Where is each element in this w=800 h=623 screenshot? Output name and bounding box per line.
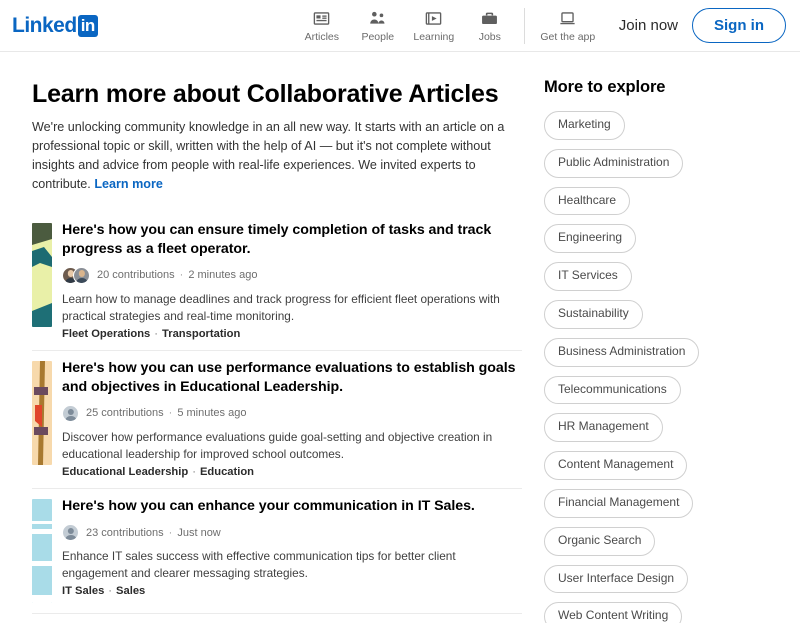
meta-separator: · xyxy=(179,269,184,282)
header-nav: Articles People Learning Jobs Get the ap… xyxy=(294,0,605,51)
topic-pill-user-interface-design[interactable]: User Interface Design xyxy=(544,564,689,594)
sign-in-button[interactable]: Sign in xyxy=(692,8,786,43)
article-tag-primary[interactable]: IT Sales xyxy=(62,585,104,597)
nav-item-people[interactable]: People xyxy=(350,4,406,48)
topic-pill-content-management[interactable]: Content Management xyxy=(544,451,688,480)
logo-wordmark: Linked xyxy=(12,14,77,37)
logo-in-badge: in xyxy=(77,14,98,37)
article-card[interactable]: What are the top financial planning soft… xyxy=(32,614,522,623)
article-list: Here's how you can ensure timely complet… xyxy=(32,213,522,623)
nav-item-learning[interactable]: Learning xyxy=(406,4,462,48)
learn-more-link[interactable]: Learn more xyxy=(94,177,163,191)
article-thumbnail xyxy=(32,360,52,465)
nav-label-get-the-app: Get the app xyxy=(540,31,596,43)
nav-label-people: People xyxy=(361,31,395,43)
article-description: Discover how performance evaluations gui… xyxy=(62,429,493,461)
tag-separator: · xyxy=(154,327,159,340)
meta-separator: · xyxy=(168,526,173,539)
article-tags: Educational Leadership · Education xyxy=(62,466,522,478)
topic-pill-financial-management[interactable]: Financial Management xyxy=(544,488,694,518)
page-title: Learn more about Collaborative Articles xyxy=(32,80,499,108)
contributor-avatars xyxy=(62,524,79,542)
article-tag-secondary[interactable]: Sales xyxy=(116,585,145,597)
article-title[interactable]: Here's how you can use performance evalu… xyxy=(62,359,522,397)
topic-pill-telecommunications[interactable]: Telecommunications xyxy=(544,375,681,405)
topic-pill-organic-search[interactable]: Organic Search xyxy=(544,526,656,556)
article-title[interactable]: Here's how you can ensure timely complet… xyxy=(62,221,522,259)
nav-item-articles[interactable]: Articles xyxy=(294,4,350,48)
get-the-app-icon xyxy=(558,8,577,29)
nav-label-articles: Articles xyxy=(304,31,340,43)
topic-pill-business-administration[interactable]: Business Administration xyxy=(544,337,700,367)
tag-separator: · xyxy=(108,585,113,598)
article-timestamp: 5 minutes ago xyxy=(177,407,247,420)
main-column: Learn more about Collaborative Articles … xyxy=(32,52,522,623)
article-content: Here's how you can use performance evalu… xyxy=(62,359,522,478)
article-tag-secondary[interactable]: Education xyxy=(200,466,254,478)
global-header: Linked in Articles People Learning Jobs … xyxy=(0,0,800,52)
article-tags: Fleet Operations · Transportation xyxy=(62,328,522,340)
article-content: Here's how you can ensure timely complet… xyxy=(62,221,522,340)
articles-icon xyxy=(312,8,331,29)
nav-item-jobs[interactable]: Jobs xyxy=(462,4,518,48)
nav-item-get-the-app[interactable]: Get the app xyxy=(531,4,605,48)
article-thumbnail xyxy=(32,499,52,604)
avatar xyxy=(62,404,79,422)
avatar xyxy=(73,266,90,284)
topic-pill-sustainability[interactable]: Sustainability xyxy=(544,299,643,329)
contributor-avatars xyxy=(62,404,79,422)
header-nav-divider xyxy=(523,7,525,44)
article-timestamp: 2 minutes ago xyxy=(188,269,258,282)
jobs-icon xyxy=(480,8,499,29)
learning-icon xyxy=(424,8,443,29)
contribution-count: 23 contributions xyxy=(86,526,164,539)
article-thumbnail xyxy=(32,222,52,327)
article-tag-primary[interactable]: Fleet Operations xyxy=(62,328,150,340)
topic-pill-list: Marketing Public Administration Healthca… xyxy=(544,111,782,623)
topic-pill-hr-management[interactable]: HR Management xyxy=(544,413,663,443)
article-card[interactable]: Here's how you can enhance your communic… xyxy=(32,489,522,615)
avatar xyxy=(62,524,79,542)
article-tags: IT Sales · Sales xyxy=(62,585,522,597)
topic-pill-it-services[interactable]: IT Services xyxy=(544,262,632,291)
topic-pill-web-content-writing[interactable]: Web Content Writing xyxy=(544,602,683,623)
article-description: Enhance IT sales success with effective … xyxy=(62,549,456,581)
nav-label-jobs: Jobs xyxy=(478,31,501,43)
tag-separator: · xyxy=(192,466,196,479)
article-title[interactable]: Here's how you can enhance your communic… xyxy=(62,497,522,516)
article-meta: 25 contributions · 5 minutes ago xyxy=(62,404,522,422)
sidebar: More to explore Marketing Public Adminis… xyxy=(522,52,782,623)
sidebar-title: More to explore xyxy=(544,78,666,96)
join-now-button[interactable]: Join now xyxy=(605,17,692,34)
contribution-count: 20 contributions xyxy=(97,269,175,282)
article-description: Learn how to manage deadlines and track … xyxy=(62,291,500,323)
topic-pill-marketing[interactable]: Marketing xyxy=(544,111,625,140)
contribution-count: 25 contributions xyxy=(86,407,164,420)
article-meta: 23 contributions · Just now xyxy=(62,524,522,542)
linkedin-logo[interactable]: Linked in xyxy=(12,14,98,37)
article-card[interactable]: Here's how you can use performance evalu… xyxy=(32,351,522,490)
meta-separator: · xyxy=(168,407,173,420)
article-meta: 20 contributions · 2 minutes ago xyxy=(62,266,522,284)
topic-pill-healthcare[interactable]: Healthcare xyxy=(544,186,631,216)
topic-pill-public-administration[interactable]: Public Administration xyxy=(544,148,684,178)
article-tag-secondary[interactable]: Transportation xyxy=(162,328,240,340)
article-timestamp: Just now xyxy=(177,526,221,539)
page-description: We're unlocking community knowledge in a… xyxy=(32,118,510,195)
article-tag-primary[interactable]: Educational Leadership xyxy=(62,466,188,478)
contributor-avatars xyxy=(62,266,90,284)
page-body: Learn more about Collaborative Articles … xyxy=(0,52,800,623)
article-card[interactable]: Here's how you can ensure timely complet… xyxy=(32,213,522,351)
nav-label-learning: Learning xyxy=(413,31,455,43)
topic-pill-engineering[interactable]: Engineering xyxy=(544,224,637,254)
article-content: Here's how you can enhance your communic… xyxy=(62,497,522,603)
people-icon xyxy=(368,8,387,29)
